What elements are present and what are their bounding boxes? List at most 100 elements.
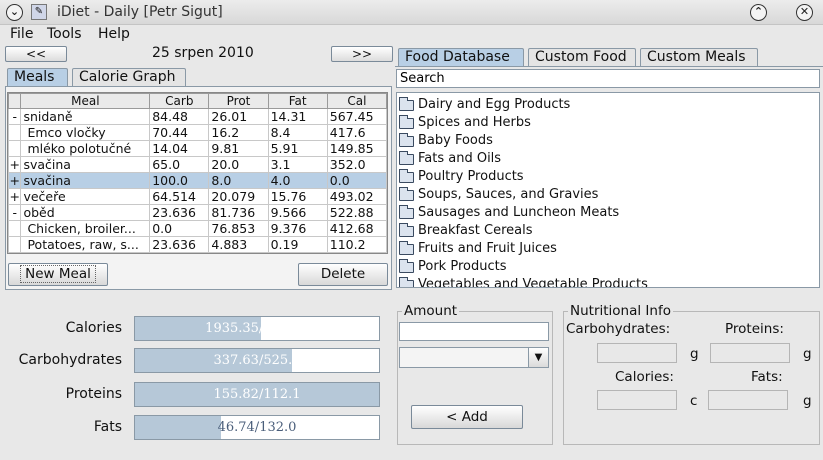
- list-item[interactable]: Fruits and Fruit Juices: [397, 240, 819, 258]
- table-row[interactable]: - snidaně 84.48 26.01 14.31 567.45: [7, 108, 388, 125]
- list-item[interactable]: Pork Products: [397, 258, 819, 276]
- previous-day-button[interactable]: <<: [5, 46, 67, 62]
- unit-select[interactable]: ▼: [399, 347, 549, 368]
- column-header-cal[interactable]: Cal: [326, 93, 388, 109]
- calories-field: [597, 390, 677, 410]
- list-item-label: Sausages and Luncheon Meats: [418, 205, 620, 220]
- cell-carb: 23.636: [149, 236, 210, 253]
- meal-table[interactable]: Meal Carb Prot Fat Cal - snidaně 84.48 26.0…: [7, 92, 388, 254]
- column-header-carb[interactable]: Carb: [149, 93, 210, 109]
- menu-file[interactable]: File: [10, 26, 33, 42]
- table-row[interactable]: + večeře 64.514 20.079 15.76 493.02: [7, 188, 388, 205]
- row-expander[interactable]: [7, 140, 22, 157]
- summary-bar-calories: 1935.35/3737.0: [134, 316, 380, 341]
- table-row[interactable]: Emco vločky 70.44 16.2 8.4 417.6: [7, 124, 388, 141]
- folder-icon: [399, 241, 414, 255]
- search-input[interactable]: [396, 69, 820, 88]
- list-item[interactable]: Spices and Herbs: [397, 114, 819, 132]
- row-expander[interactable]: +: [7, 188, 22, 205]
- summary-bar-fats: 46.74/132.0: [134, 415, 380, 440]
- tab-custom-meals[interactable]: Custom Meals: [640, 48, 758, 67]
- row-expander[interactable]: -: [7, 204, 22, 221]
- add-button[interactable]: < Add: [411, 405, 523, 429]
- tab-food-database[interactable]: Food Database: [398, 48, 524, 67]
- folder-icon: [399, 205, 414, 219]
- cell-fat: 4.0: [267, 172, 328, 189]
- table-row[interactable]: mléko polotučné 14.04 9.81 5.91 149.85: [7, 140, 388, 157]
- cell-meal: snidaně: [20, 108, 151, 125]
- date-label: 25 srpen 2010: [152, 45, 254, 61]
- cell-carb: 14.04: [149, 140, 210, 157]
- delete-button[interactable]: Delete: [298, 263, 388, 286]
- fats-unit: g: [803, 393, 812, 409]
- row-expander[interactable]: +: [7, 172, 22, 189]
- cell-carb: 70.44: [149, 124, 210, 141]
- cell-prot: 8.0: [208, 172, 269, 189]
- carbohydrates-field: [597, 343, 677, 363]
- cell-cal: 0.0: [326, 172, 388, 189]
- folder-icon: [399, 97, 414, 111]
- row-expander[interactable]: -: [7, 108, 22, 125]
- list-item[interactable]: Vegetables and Vegetable Products: [397, 276, 819, 287]
- table-row[interactable]: Potatoes, raw, s... 23.636 4.883 0.19 110.2: [7, 236, 388, 253]
- list-item-label: Fats and Oils: [418, 151, 502, 166]
- list-item[interactable]: Soups, Sauces, and Gravies: [397, 186, 819, 204]
- tab-custom-food[interactable]: Custom Food: [528, 48, 636, 67]
- tab-meals[interactable]: Meals: [7, 68, 68, 87]
- menu-help[interactable]: Help: [98, 26, 130, 42]
- cell-carb: 64.514: [149, 188, 210, 205]
- column-header-expander[interactable]: [7, 93, 22, 109]
- next-day-button[interactable]: >>: [331, 46, 393, 62]
- list-item[interactable]: Sausages and Luncheon Meats: [397, 204, 819, 222]
- food-category-list[interactable]: Dairy and Egg Products Spices and Herbs Ba…: [396, 92, 820, 288]
- folder-icon: [399, 259, 414, 273]
- new-meal-label: New Meal: [20, 265, 96, 283]
- table-row[interactable]: - oběd 23.636 81.736 9.566 522.88: [7, 204, 388, 221]
- list-item-label: Soups, Sauces, and Gravies: [418, 187, 599, 202]
- row-expander[interactable]: +: [7, 156, 22, 173]
- cell-fat: 0.19: [267, 236, 328, 253]
- cell-cal: 352.0: [326, 156, 388, 173]
- list-item-label: Fruits and Fruit Juices: [418, 241, 557, 256]
- cell-cal: 522.88: [326, 204, 388, 221]
- cell-cal: 110.2: [326, 236, 388, 253]
- list-item[interactable]: Poultry Products: [397, 168, 819, 186]
- list-item[interactable]: Fats and Oils: [397, 150, 819, 168]
- row-expander[interactable]: [7, 220, 22, 237]
- row-expander[interactable]: [7, 124, 22, 141]
- column-header-prot[interactable]: Prot: [208, 93, 269, 109]
- list-item[interactable]: Breakfast Cereals: [397, 222, 819, 240]
- nutritional-info-legend: Nutritional Info: [570, 303, 671, 319]
- list-item[interactable]: Dairy and Egg Products: [397, 96, 819, 114]
- folder-icon: [399, 115, 414, 129]
- new-meal-button[interactable]: New Meal: [8, 263, 108, 286]
- close-button[interactable]: ✕: [796, 4, 813, 21]
- cell-meal: svačina: [20, 172, 151, 189]
- app-icon: ✎: [31, 4, 47, 20]
- window-menu-button[interactable]: ⌄: [6, 4, 23, 21]
- table-row[interactable]: Chicken, broiler... 0.0 76.853 9.376 412.68: [7, 220, 388, 237]
- table-row[interactable]: + svačina 65.0 20.0 3.1 352.0: [7, 156, 388, 173]
- cell-fat: 14.31: [267, 108, 328, 125]
- cell-prot: 4.883: [208, 236, 269, 253]
- list-item-label: Breakfast Cereals: [418, 223, 533, 238]
- cell-meal: Chicken, broiler...: [20, 220, 151, 237]
- column-header-fat[interactable]: Fat: [267, 93, 328, 109]
- cell-fat: 8.4: [267, 124, 328, 141]
- cell-fat: 3.1: [267, 156, 328, 173]
- progress-text: 155.82/112.1: [213, 387, 301, 402]
- column-header-meal[interactable]: Meal: [20, 93, 151, 109]
- table-row[interactable]: + svačina 100.0 8.0 4.0 0.0: [7, 172, 388, 189]
- row-expander[interactable]: [7, 236, 22, 253]
- summary-bar-carbohydrates: 337.63/525.0: [134, 348, 380, 373]
- chevron-down-icon[interactable]: ▼: [528, 348, 548, 367]
- cell-meal: oběd: [20, 204, 151, 221]
- list-item[interactable]: Baby Foods: [397, 132, 819, 150]
- maximize-button[interactable]: ⌃: [750, 4, 767, 21]
- tab-calorie-graph[interactable]: Calorie Graph: [72, 68, 186, 87]
- cell-carb: 0.0: [149, 220, 210, 237]
- tab-separator: [395, 66, 823, 67]
- menu-tools[interactable]: Tools: [47, 26, 82, 42]
- calories-unit: c: [690, 393, 698, 409]
- amount-input[interactable]: [399, 322, 549, 341]
